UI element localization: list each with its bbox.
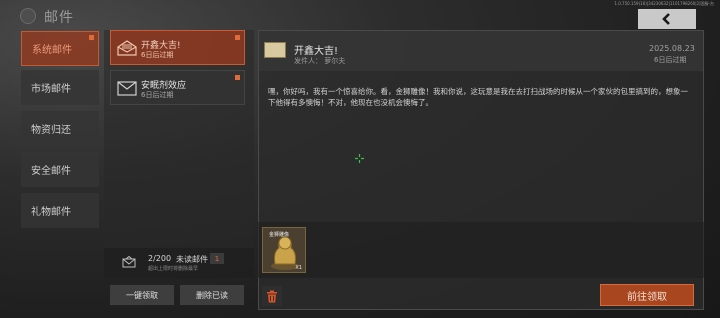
unread-count-badge: 1 (210, 253, 224, 264)
category-label: 安全邮件 (31, 166, 71, 177)
delete-mail-button[interactable] (262, 286, 282, 306)
category-label: 系统邮件 (32, 45, 72, 56)
mail-count: 2/200 (148, 254, 172, 263)
trash-icon (267, 290, 277, 302)
mail-item[interactable]: 安眠剂效应 6日后过期 (110, 70, 245, 105)
go-claim-button[interactable]: 前往领取 (600, 284, 694, 306)
build-info: 1.0.750.159(16)|34230632|1101798260|2|国服… (614, 1, 714, 6)
claim-all-button[interactable]: 一键领取 (110, 285, 174, 305)
mail-detail-title: 开鑫大吉! (294, 46, 339, 57)
attachment-panel (258, 222, 704, 278)
mailbox-icon (122, 256, 136, 268)
unread-label: 未读邮件 (176, 255, 208, 264)
unread-dot (235, 35, 240, 40)
capacity-hint: 超出上限时将删除最早 (148, 266, 199, 272)
mail-expire: 6日后过期 (654, 56, 687, 64)
envelope-icon (117, 81, 137, 96)
attachment-item[interactable]: 金狮雕像 X1 (262, 227, 306, 273)
category-system-mail[interactable]: 系统邮件 (21, 31, 99, 66)
unread-dot (235, 75, 240, 80)
letter-icon (264, 42, 286, 58)
category-market-mail[interactable]: 市场邮件 (21, 70, 99, 105)
page-title: 邮件 (44, 10, 74, 26)
mail-item[interactable]: 开鑫大吉! 6日后过期 (110, 30, 245, 65)
mail-expire: 6日后过期 (141, 51, 174, 59)
open-envelope-icon (117, 40, 137, 56)
category-label: 市场邮件 (31, 84, 71, 95)
attachment-quantity: X1 (295, 265, 302, 271)
mail-app-icon (20, 8, 36, 24)
back-button[interactable] (638, 9, 696, 29)
category-label: 礼物邮件 (31, 207, 71, 218)
delete-read-button[interactable]: 删除已读 (180, 285, 244, 305)
unread-dot (89, 35, 94, 40)
mail-sender: 发件人： 萝尔夫 (294, 57, 346, 65)
category-label: 物资归还 (31, 125, 71, 136)
mail-body: 嘿，你好吗，我有一个惊喜给你。看，金狮雕像！我和你说，这玩意是我在去打扫战场的时… (268, 87, 688, 107)
category-gift-mail[interactable]: 礼物邮件 (21, 193, 99, 228)
category-security-mail[interactable]: 安全邮件 (21, 152, 99, 187)
attachment-name: 金狮雕像 (269, 232, 290, 238)
crosshair-icon (355, 154, 364, 163)
chevron-left-icon (662, 13, 670, 25)
mail-expire: 6日后过期 (141, 91, 174, 99)
mail-date: 2025.08.23 (649, 44, 695, 53)
category-supply-return[interactable]: 物资归还 (21, 111, 99, 146)
